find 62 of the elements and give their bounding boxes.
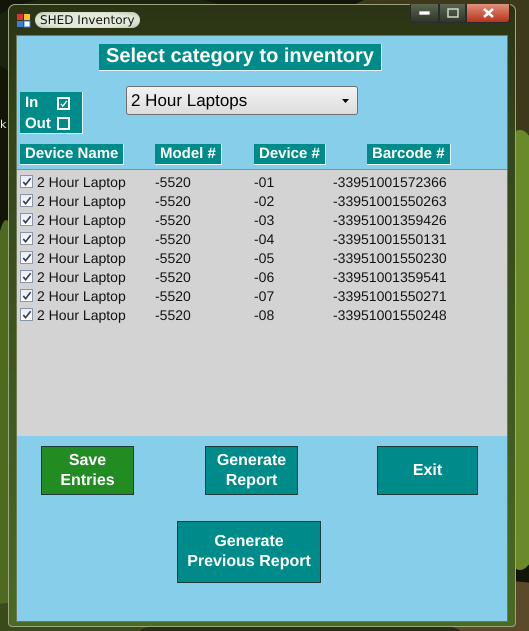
column-header: Device Name — [20, 144, 124, 165]
column-header: Device # — [254, 144, 326, 165]
close-icon — [482, 8, 494, 18]
list-cell-text: -03 — [254, 212, 276, 228]
list-cell-text: 2 Hour Laptop — [37, 212, 127, 228]
checkbox[interactable] — [20, 251, 33, 264]
list-cell-text: -33951001550271 — [333, 288, 448, 304]
minimize-icon — [419, 11, 430, 15]
list-cell-text: -04 — [254, 230, 276, 246]
checkbox[interactable] — [20, 213, 33, 226]
list-cell-text: 2 Hour Laptop — [37, 250, 127, 266]
list-cell-text: -5520 — [155, 306, 192, 322]
list-cell-text: 2 Hour Laptop — [37, 268, 127, 284]
list-cell-text: -33951001550248 — [333, 306, 448, 322]
list-cell-text: -33951001359426 — [333, 212, 448, 228]
action-button[interactable]: Save Entries — [41, 446, 134, 495]
list-cell-text: -01 — [254, 174, 276, 190]
list-cell-text: 2 Hour Laptop — [37, 288, 127, 304]
list-cell-text: -02 — [254, 192, 276, 208]
list-cell-text: -06 — [254, 268, 276, 284]
checkbox[interactable] — [20, 308, 33, 321]
list-cell-text: -08 — [254, 306, 276, 322]
close-button[interactable] — [466, 4, 510, 23]
column-header: Model # — [155, 144, 222, 165]
list-cell-text: 2 Hour Laptop — [37, 230, 127, 246]
action-button[interactable]: Generate Previous Report — [177, 521, 321, 583]
filter-label: In — [25, 94, 40, 112]
list-cell-text: -5520 — [155, 212, 192, 228]
minimize-button[interactable] — [410, 4, 439, 23]
list-cell-text: -33951001550131 — [333, 230, 448, 246]
maximize-icon — [446, 8, 458, 18]
action-button[interactable]: Generate Report — [205, 446, 298, 495]
list-cell-text: -33951001359541 — [333, 268, 448, 284]
caret-icon — [342, 98, 349, 102]
list-cell-text: -5520 — [155, 192, 192, 208]
list-cell-text: 2 Hour Laptop — [37, 306, 127, 322]
maximize-button[interactable] — [439, 4, 466, 23]
list-cell-text: -33951001550263 — [333, 192, 448, 208]
list-cell-text: -33951001572366 — [333, 174, 448, 190]
category-dropdown[interactable]: 2 Hour Laptops — [126, 86, 358, 115]
list-cell-text: -5520 — [155, 174, 192, 190]
checkbox[interactable] — [20, 270, 33, 283]
list-cell-text: -5520 — [155, 230, 192, 246]
list-cell-text: -5520 — [155, 268, 192, 284]
list-cell-text: -33951001550230 — [333, 250, 448, 266]
app-icon — [16, 12, 31, 28]
list-cell-text: -07 — [254, 288, 276, 304]
checkbox[interactable] — [20, 175, 33, 188]
desktop-icon-label[interactable]: k — [0, 118, 6, 131]
heading-label: Select category to inventory — [99, 44, 382, 71]
window-title: SHED Inventory — [35, 12, 140, 28]
list-cell-text: -5520 — [155, 288, 192, 304]
list-cell-text: 2 Hour Laptop — [37, 192, 127, 208]
list-cell-text: -05 — [254, 250, 276, 266]
column-header: Barcode # — [367, 144, 451, 165]
checkbox[interactable] — [20, 194, 33, 207]
action-button[interactable]: Exit — [377, 446, 478, 495]
list-cell-text: -5520 — [155, 250, 192, 266]
checkbox[interactable] — [20, 232, 33, 245]
filter-label: Out — [25, 114, 52, 133]
checkbox[interactable] — [20, 289, 33, 302]
list-cell-text: 2 Hour Laptop — [37, 174, 127, 190]
